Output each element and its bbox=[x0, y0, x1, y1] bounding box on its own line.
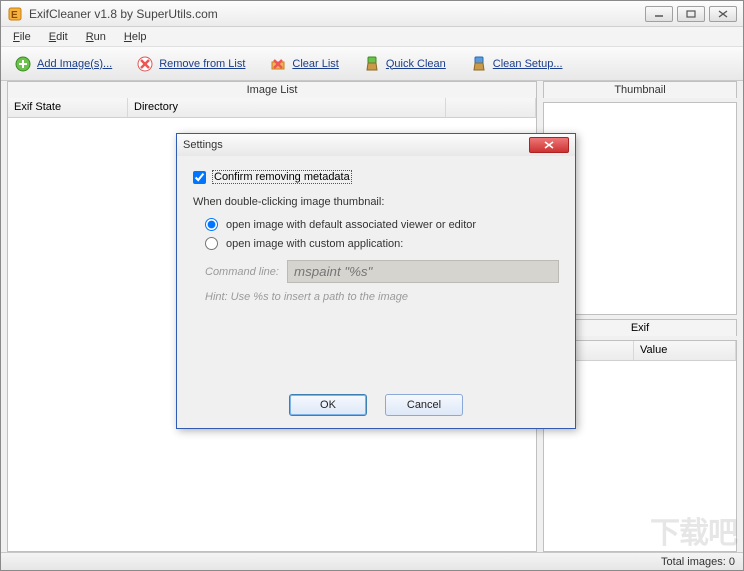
column-blank[interactable] bbox=[446, 98, 536, 117]
remove-label: Remove from List bbox=[159, 58, 245, 70]
clean-setup-label: Clean Setup... bbox=[493, 58, 563, 70]
maximize-button[interactable] bbox=[677, 6, 705, 22]
clear-label: Clear List bbox=[292, 58, 338, 70]
plus-icon bbox=[14, 55, 32, 73]
menubar: File Edit Run Help bbox=[1, 27, 743, 47]
remove-button[interactable]: Remove from List bbox=[129, 51, 252, 77]
column-directory[interactable]: Directory bbox=[128, 98, 446, 117]
menu-edit[interactable]: Edit bbox=[41, 29, 76, 45]
menu-file[interactable]: File bbox=[5, 29, 39, 45]
column-exif-state[interactable]: Exif State bbox=[8, 98, 128, 117]
brush-blue-icon bbox=[470, 55, 488, 73]
status-text: Total images: 0 bbox=[661, 556, 735, 568]
quick-clean-label: Quick Clean bbox=[386, 58, 446, 70]
svg-text:E: E bbox=[11, 10, 18, 21]
open-custom-app-radio[interactable] bbox=[205, 237, 218, 250]
window-title: ExifCleaner v1.8 by SuperUtils.com bbox=[29, 7, 645, 21]
column-value[interactable]: Value bbox=[634, 341, 736, 360]
dialog-titlebar: Settings bbox=[177, 134, 575, 156]
thumbnail-action-group-label: When double-clicking image thumbnail: bbox=[193, 196, 559, 208]
clear-icon bbox=[269, 55, 287, 73]
cancel-button[interactable]: Cancel bbox=[385, 394, 463, 416]
remove-icon bbox=[136, 55, 154, 73]
toolbar: Add Image(s)... Remove from List Clear L… bbox=[1, 47, 743, 81]
dialog-body: Confirm removing metadata When double-cl… bbox=[177, 156, 575, 317]
list-header: Exif State Directory bbox=[8, 98, 536, 118]
command-line-hint: Hint: Use %s to insert a path to the ima… bbox=[205, 291, 559, 303]
open-default-viewer-radio[interactable] bbox=[205, 218, 218, 231]
close-button[interactable] bbox=[709, 6, 737, 22]
menu-help[interactable]: Help bbox=[116, 29, 155, 45]
command-line-input bbox=[287, 260, 559, 283]
main-window: E ExifCleaner v1.8 by SuperUtils.com Fil… bbox=[0, 0, 744, 571]
command-line-label: Command line: bbox=[205, 266, 279, 278]
clear-list-button[interactable]: Clear List bbox=[262, 51, 345, 77]
confirm-removing-label: Confirm removing metadata bbox=[212, 170, 352, 184]
titlebar: E ExifCleaner v1.8 by SuperUtils.com bbox=[1, 1, 743, 27]
image-list-title: Image List bbox=[8, 82, 536, 98]
confirm-removing-checkbox[interactable] bbox=[193, 171, 206, 184]
menu-run[interactable]: Run bbox=[78, 29, 114, 45]
dialog-title-text: Settings bbox=[183, 139, 223, 151]
brush-green-icon bbox=[363, 55, 381, 73]
quick-clean-button[interactable]: Quick Clean bbox=[356, 51, 453, 77]
dialog-close-button[interactable] bbox=[529, 137, 569, 153]
minimize-button[interactable] bbox=[645, 6, 673, 22]
statusbar: Total images: 0 bbox=[1, 552, 743, 570]
thumbnail-title: Thumbnail bbox=[543, 81, 737, 98]
clean-setup-button[interactable]: Clean Setup... bbox=[463, 51, 570, 77]
app-icon: E bbox=[7, 6, 23, 22]
open-default-viewer-label: open image with default associated viewe… bbox=[226, 219, 476, 231]
settings-dialog: Settings Confirm removing metadata When … bbox=[176, 133, 576, 429]
add-images-label: Add Image(s)... bbox=[37, 58, 112, 70]
add-images-button[interactable]: Add Image(s)... bbox=[7, 51, 119, 77]
open-custom-app-label: open image with custom application: bbox=[226, 238, 403, 250]
ok-button[interactable]: OK bbox=[289, 394, 367, 416]
